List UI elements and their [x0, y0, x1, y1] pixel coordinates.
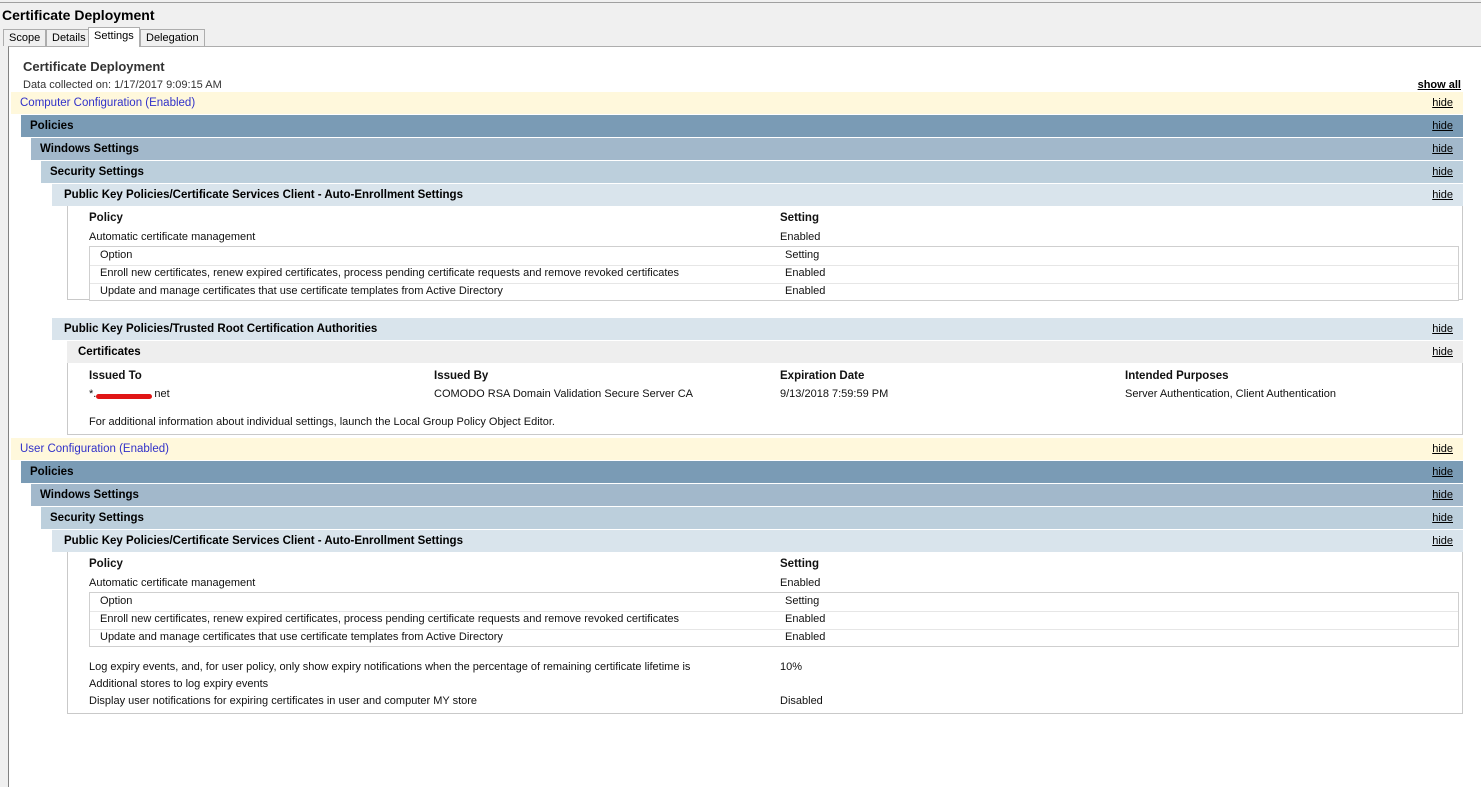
- computer-autoenroll-header[interactable]: Public Key Policies/Certificate Services…: [52, 184, 1463, 206]
- certificates-table: Issued To Issued By Expiration Date Inte…: [67, 363, 1463, 435]
- option-row: Option Setting: [90, 247, 1458, 266]
- issued-to-suffix: net: [154, 388, 170, 400]
- display-notifications-value: Disabled: [780, 695, 823, 707]
- user-config-label: User Configuration (Enabled): [20, 443, 169, 455]
- settings-report-pane[interactable]: Certificate Deployment Data collected on…: [8, 46, 1481, 787]
- policy-value: Enabled: [780, 577, 821, 589]
- col-purposes: Intended Purposes: [1125, 370, 1229, 382]
- hide-link[interactable]: hide: [1432, 92, 1453, 114]
- option-row: Update and manage certificates that use …: [90, 283, 1458, 301]
- col-policy: Policy: [89, 558, 123, 570]
- tab-scope[interactable]: Scope: [3, 29, 47, 46]
- redaction-mark: [96, 394, 152, 399]
- options-table: Option Setting Enroll new certificates, …: [89, 592, 1459, 647]
- option-label: Update and manage certificates that use …: [100, 631, 503, 643]
- issued-to-prefix: *.: [89, 388, 97, 400]
- col-issued-by: Issued By: [434, 370, 489, 382]
- hide-link[interactable]: hide: [1432, 484, 1453, 506]
- hide-link[interactable]: hide: [1432, 318, 1453, 340]
- hide-link[interactable]: hide: [1432, 507, 1453, 529]
- option-label: Enroll new certificates, renew expired c…: [100, 613, 679, 625]
- window-top-border: [0, 2, 1481, 3]
- trusted-root-header[interactable]: Public Key Policies/Trusted Root Certifi…: [52, 318, 1463, 340]
- log-expiry-label: Log expiry events, and, for user policy,…: [89, 661, 691, 673]
- option-setting: Setting: [785, 595, 820, 607]
- col-setting: Setting: [780, 212, 819, 224]
- option-setting: Enabled: [785, 267, 826, 279]
- computer-windows-settings-header[interactable]: Windows Settings hide: [31, 138, 1463, 160]
- windows-settings-label: Windows Settings: [40, 143, 139, 155]
- policies-label: Policies: [30, 466, 74, 478]
- display-notifications-label: Display user notifications for expiring …: [89, 695, 478, 707]
- user-autoenroll-header[interactable]: Public Key Policies/Certificate Services…: [52, 530, 1463, 552]
- option-setting: Enabled: [785, 285, 826, 297]
- report-content: Certificate Deployment Data collected on…: [11, 47, 1481, 787]
- hide-link[interactable]: hide: [1432, 115, 1453, 137]
- option-row: Enroll new certificates, renew expired c…: [90, 265, 1458, 284]
- computer-config-header[interactable]: Computer Configuration (Enabled) hide: [11, 92, 1463, 114]
- hide-link[interactable]: hide: [1432, 341, 1453, 363]
- policy-name: Automatic certificate management: [89, 231, 256, 243]
- expiration-value: 9/13/2018 7:59:59 PM: [780, 388, 889, 400]
- option-label: Update and manage certificates that use …: [100, 285, 503, 297]
- tab-delegation[interactable]: Delegation: [140, 29, 205, 46]
- option-label: Enroll new certificates, renew expired c…: [100, 267, 679, 279]
- hide-link[interactable]: hide: [1432, 161, 1453, 183]
- certificates-label: Certificates: [78, 346, 141, 358]
- option-row: Enroll new certificates, renew expired c…: [90, 611, 1458, 630]
- policies-label: Policies: [30, 120, 74, 132]
- col-expiration: Expiration Date: [780, 370, 865, 382]
- certificates-header[interactable]: Certificates hide: [67, 341, 1463, 363]
- user-config-header[interactable]: User Configuration (Enabled) hide: [11, 438, 1463, 460]
- hide-link[interactable]: hide: [1432, 138, 1453, 160]
- report-title: Certificate Deployment: [23, 59, 165, 74]
- col-policy: Policy: [89, 212, 123, 224]
- user-autoenroll-table: Policy Setting Automatic certificate man…: [67, 552, 1463, 714]
- option-setting: Enabled: [785, 613, 826, 625]
- gpo-editor-note: For additional information about individ…: [89, 416, 555, 428]
- user-windows-settings-header[interactable]: Windows Settings hide: [31, 484, 1463, 506]
- user-security-settings-header[interactable]: Security Settings hide: [41, 507, 1463, 529]
- option-setting: Setting: [785, 249, 820, 261]
- hide-link[interactable]: hide: [1432, 438, 1453, 460]
- col-setting: Setting: [780, 558, 819, 570]
- computer-security-settings-header[interactable]: Security Settings hide: [41, 161, 1463, 183]
- policy-name: Automatic certificate management: [89, 577, 256, 589]
- issued-by-value: COMODO RSA Domain Validation Secure Serv…: [434, 388, 693, 400]
- windows-settings-label: Windows Settings: [40, 489, 139, 501]
- policy-value: Enabled: [780, 231, 821, 243]
- col-issued-to: Issued To: [89, 370, 142, 382]
- hide-link[interactable]: hide: [1432, 184, 1453, 206]
- security-settings-label: Security Settings: [50, 512, 144, 524]
- user-policies-header[interactable]: Policies hide: [21, 461, 1463, 483]
- option-row: Update and manage certificates that use …: [90, 629, 1458, 647]
- autoenroll-label: Public Key Policies/Certificate Services…: [64, 535, 463, 547]
- data-collected-label: Data collected on: 1/17/2017 9:09:15 AM: [23, 79, 222, 91]
- window-title: Certificate Deployment: [2, 7, 155, 23]
- tab-details[interactable]: Details: [46, 29, 92, 46]
- purposes-value: Server Authentication, Client Authentica…: [1125, 388, 1336, 400]
- option-label: Option: [100, 249, 133, 261]
- trusted-root-label: Public Key Policies/Trusted Root Certifi…: [64, 323, 378, 335]
- computer-config-label: Computer Configuration (Enabled): [20, 97, 196, 109]
- option-label: Option: [100, 595, 133, 607]
- autoenroll-label: Public Key Policies/Certificate Services…: [64, 189, 463, 201]
- computer-autoenroll-table: Policy Setting Automatic certificate man…: [67, 206, 1463, 301]
- log-expiry-value: 10%: [780, 661, 803, 673]
- option-row: Option Setting: [90, 593, 1458, 612]
- additional-stores-label: Additional stores to log expiry events: [89, 678, 269, 690]
- options-table: Option Setting Enroll new certificates, …: [89, 246, 1459, 301]
- hide-link[interactable]: hide: [1432, 461, 1453, 483]
- option-setting: Enabled: [785, 631, 826, 643]
- security-settings-label: Security Settings: [50, 166, 144, 178]
- hide-link[interactable]: hide: [1432, 530, 1453, 552]
- computer-policies-header[interactable]: Policies hide: [21, 115, 1463, 137]
- tab-settings[interactable]: Settings: [88, 27, 140, 47]
- show-all-link[interactable]: show all: [1418, 79, 1461, 91]
